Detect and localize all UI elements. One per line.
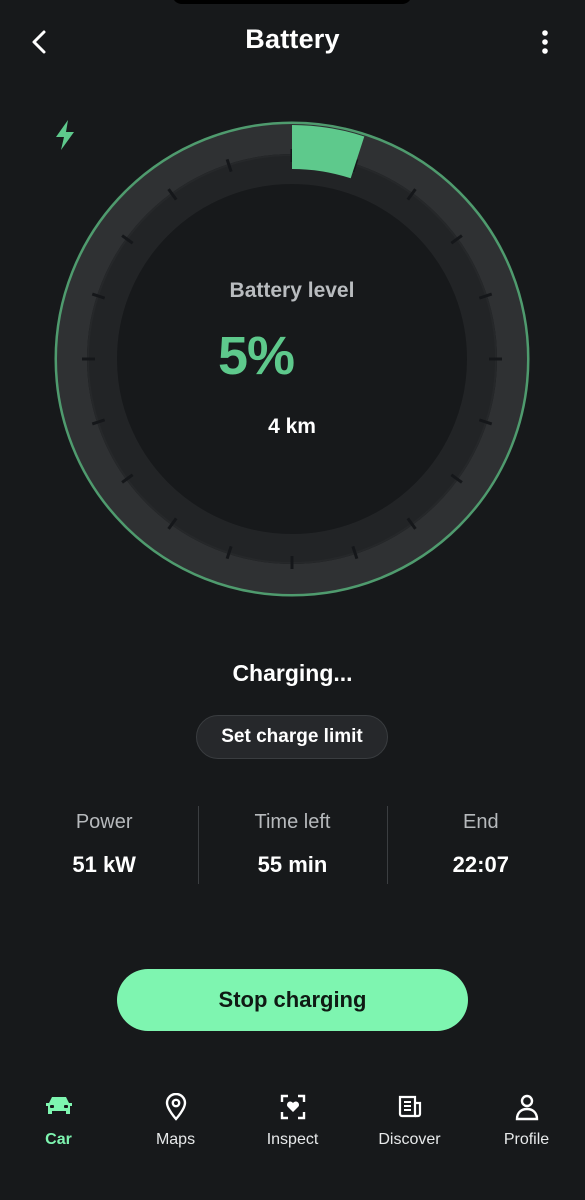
nav-label: Inspect [266, 1131, 319, 1148]
nav-item-maps[interactable]: Maps [117, 1075, 234, 1200]
nav-item-inspect[interactable]: Inspect [234, 1075, 351, 1200]
header: Battery [0, 0, 585, 84]
battery-percent: 5% [218, 326, 295, 386]
stat-time-left: Time left 55 min [198, 806, 386, 884]
person-icon [512, 1092, 542, 1122]
battery-level-label: Battery level [229, 279, 355, 302]
bolt-icon [56, 120, 74, 150]
charging-status: Charging... [232, 660, 353, 686]
stop-charging-button[interactable]: Stop charging [117, 969, 468, 1031]
stat-label: Time left [254, 811, 331, 833]
nav-item-car[interactable]: Car [0, 1075, 117, 1200]
nav-label: Car [45, 1131, 72, 1148]
stat-value: 51 kW [72, 852, 136, 877]
news-icon [395, 1092, 425, 1122]
stat-label: End [463, 811, 499, 833]
page-title: Battery [245, 24, 340, 54]
stat-end: End 22:07 [386, 806, 575, 884]
bottom-nav: Car Maps Inspect Discover Profile [0, 1075, 585, 1200]
car-icon [44, 1092, 74, 1122]
nav-item-profile[interactable]: Profile [468, 1075, 585, 1200]
nav-label: Maps [155, 1131, 196, 1148]
more-menu-button[interactable] [527, 24, 563, 60]
nav-label: Discover [378, 1131, 441, 1148]
stat-value: 55 min [257, 852, 328, 877]
nav-item-discover[interactable]: Discover [351, 1075, 468, 1200]
map-pin-icon [161, 1092, 191, 1122]
stat-value: 22:07 [452, 852, 509, 877]
nav-label: Profile [503, 1131, 550, 1148]
battery-gauge: Battery level 5% 4 km [52, 119, 532, 599]
set-charge-limit-button[interactable]: Set charge limit [196, 715, 388, 759]
stat-power: Power 51 kW [10, 806, 198, 884]
battery-range: 4 km [268, 415, 316, 438]
inspect-icon [278, 1092, 308, 1122]
charging-stats: Power 51 kW Time left 55 min End 22:07 [10, 806, 575, 884]
more-vertical-icon [542, 30, 548, 54]
stat-label: Power [75, 811, 133, 833]
